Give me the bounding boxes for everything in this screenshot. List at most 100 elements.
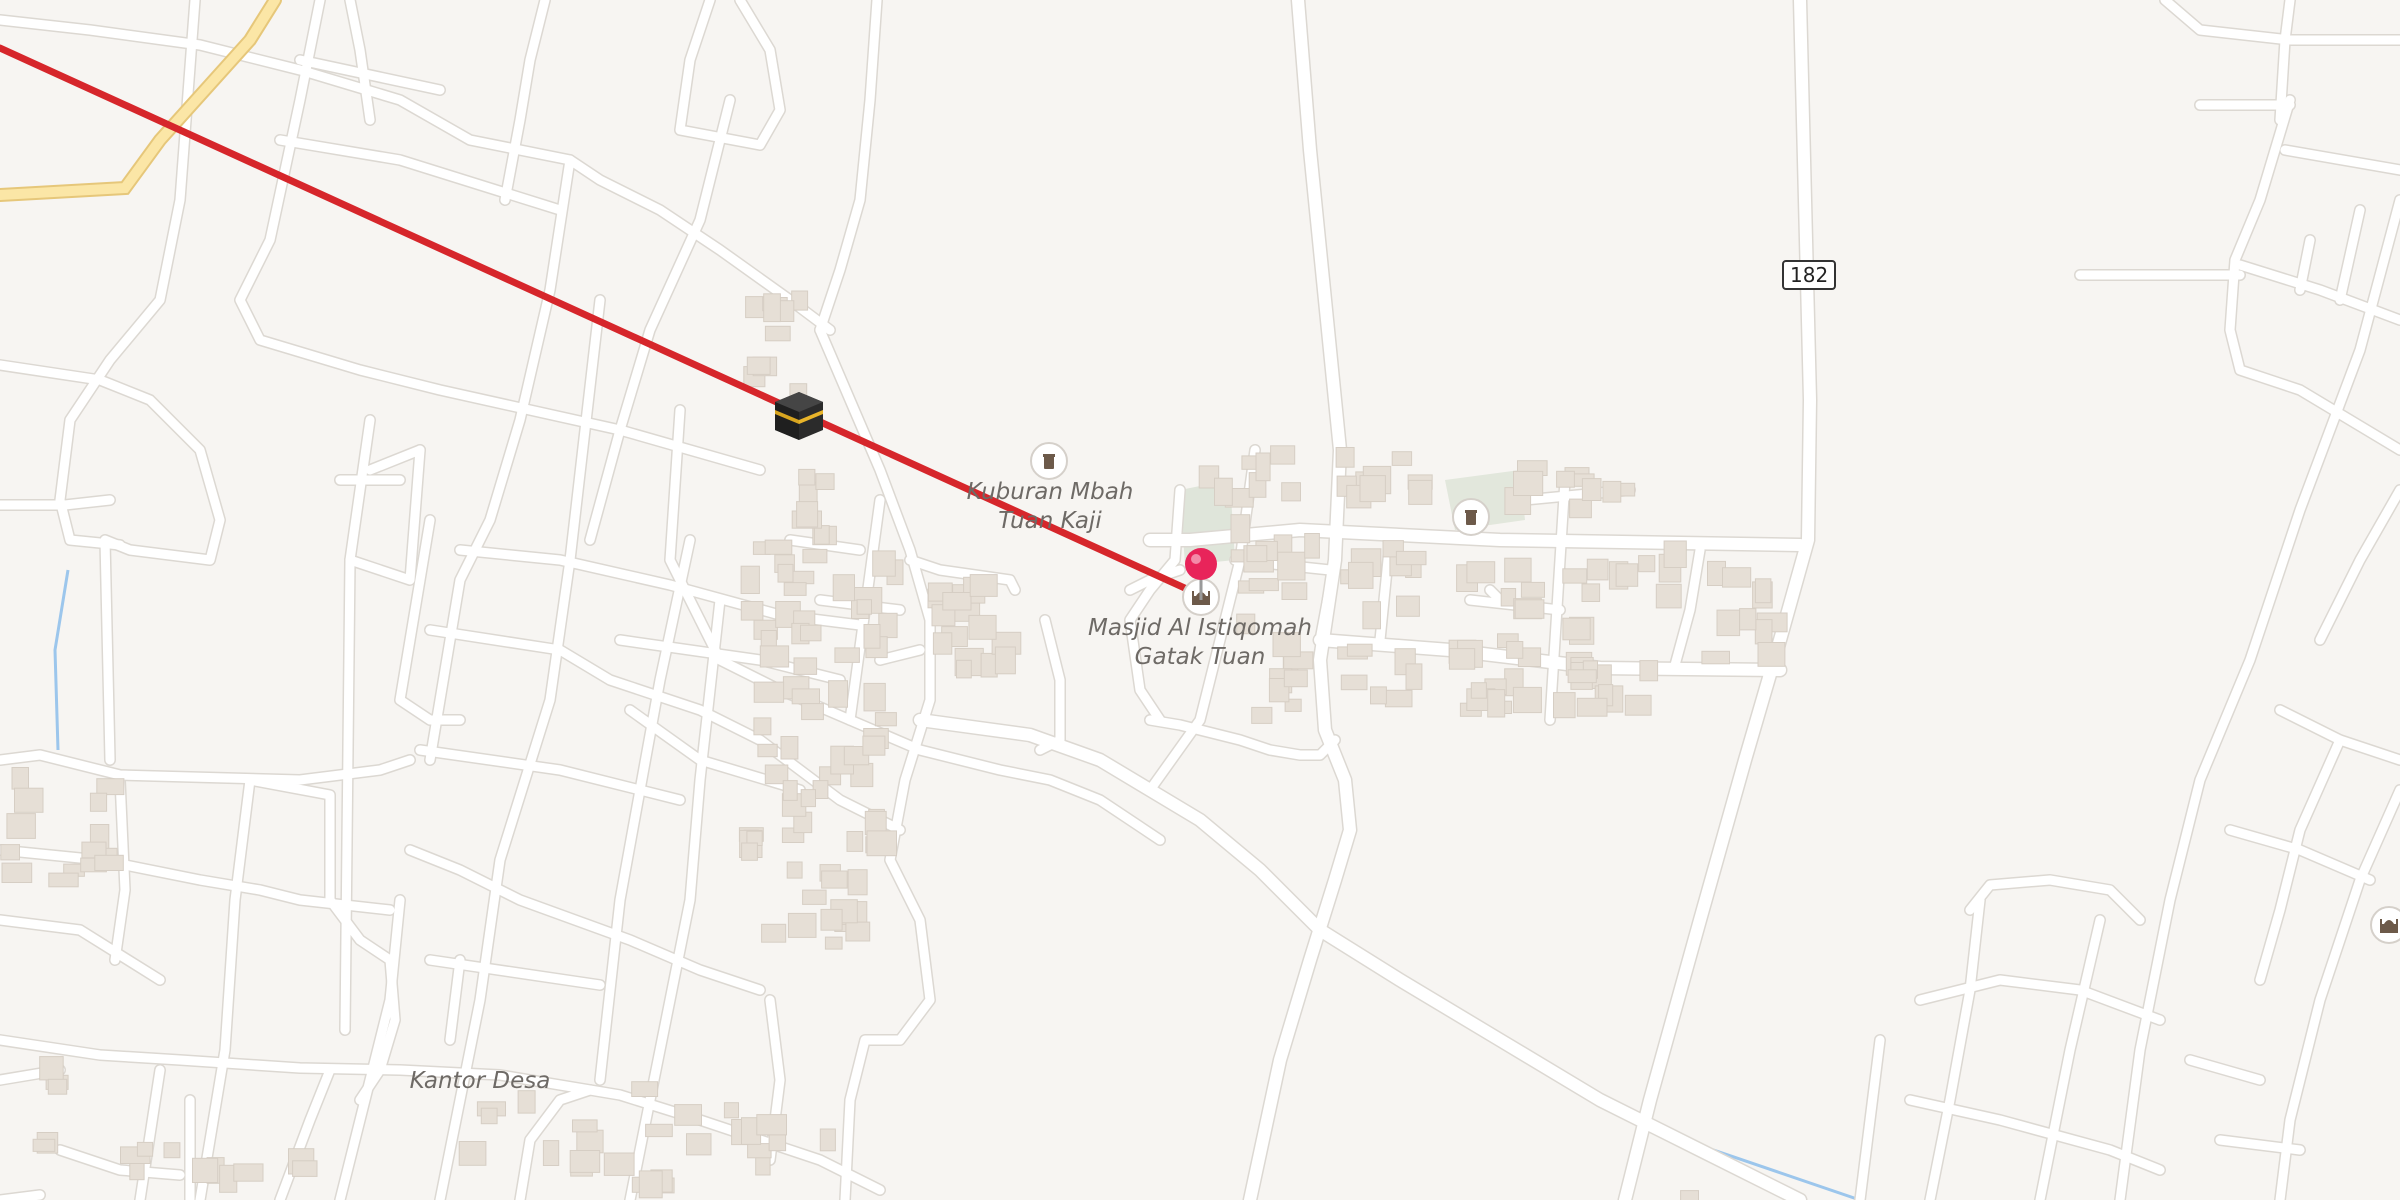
building	[819, 1128, 836, 1152]
cemetery-icon[interactable]	[1030, 442, 1068, 480]
building	[783, 582, 807, 596]
building	[1602, 480, 1622, 503]
building	[850, 762, 874, 788]
kaaba-icon	[771, 388, 827, 444]
road	[445, 955, 465, 1045]
building	[1405, 663, 1423, 690]
building	[753, 717, 772, 736]
building	[1384, 689, 1413, 708]
building	[741, 842, 758, 861]
building	[569, 1150, 601, 1173]
building	[1514, 599, 1545, 619]
building	[786, 861, 803, 879]
building	[1576, 697, 1608, 717]
building	[292, 1160, 318, 1177]
road	[2335, 205, 2365, 305]
building	[846, 831, 864, 852]
building	[863, 624, 881, 649]
building	[1553, 692, 1576, 719]
building	[1230, 514, 1251, 544]
building	[820, 908, 843, 931]
building	[856, 599, 872, 615]
building	[994, 646, 1016, 675]
building	[6, 813, 36, 839]
road-casing	[1617, 0, 1818, 1200]
building	[0, 844, 21, 861]
building	[747, 1143, 772, 1159]
road	[1244, 0, 1356, 1200]
building	[862, 735, 886, 756]
building	[798, 468, 816, 486]
building	[1255, 452, 1271, 482]
mosque-label-line2: Gatak Tuan	[1134, 644, 1266, 670]
building	[969, 574, 998, 597]
building	[1448, 648, 1476, 670]
building	[746, 356, 771, 375]
building	[800, 624, 822, 642]
building	[759, 645, 790, 668]
building	[1569, 498, 1592, 519]
cemetery-icon[interactable]	[1452, 498, 1490, 536]
building	[1270, 445, 1296, 465]
building	[1281, 582, 1308, 600]
building	[163, 1142, 181, 1159]
building	[1246, 545, 1268, 563]
building	[39, 1056, 64, 1081]
building	[1581, 583, 1601, 603]
building	[1214, 477, 1233, 506]
building	[1408, 479, 1433, 505]
building	[1663, 540, 1687, 568]
road	[500, 0, 550, 205]
building	[542, 1140, 560, 1166]
route-shield: 182	[1782, 260, 1837, 290]
road	[2315, 485, 2400, 645]
building	[832, 574, 856, 602]
mosque-icon[interactable]	[2370, 906, 2400, 944]
building	[790, 570, 815, 585]
building	[1586, 558, 1609, 581]
building	[740, 601, 764, 621]
mosque-label: Masjid Al Istiqomah Gatak Tuan	[1060, 614, 1340, 672]
building	[932, 632, 953, 655]
road	[595, 535, 695, 1085]
building	[764, 325, 791, 342]
building	[686, 1133, 712, 1156]
building	[458, 1141, 487, 1166]
road	[2115, 195, 2400, 1200]
building	[1335, 447, 1355, 468]
building	[1391, 451, 1413, 466]
building	[863, 682, 886, 712]
location-pin-icon[interactable]	[1182, 546, 1220, 602]
road	[365, 445, 425, 475]
building	[1615, 563, 1639, 587]
building	[866, 830, 897, 857]
building	[782, 780, 798, 801]
building	[631, 1081, 659, 1097]
building	[942, 592, 972, 611]
building	[1348, 561, 1374, 589]
building	[763, 293, 781, 323]
building	[723, 1102, 740, 1119]
building	[14, 787, 44, 813]
building	[847, 869, 868, 896]
cemetery-label-line2: Tuan Kaji	[998, 508, 1102, 534]
building	[764, 539, 793, 555]
building	[1655, 583, 1682, 609]
building	[1567, 669, 1597, 684]
building	[1340, 674, 1368, 691]
building	[1504, 557, 1532, 583]
building	[1680, 1190, 1699, 1200]
building	[845, 921, 871, 942]
building	[572, 1119, 598, 1133]
building	[1512, 686, 1542, 714]
building	[1283, 669, 1308, 688]
building	[1359, 475, 1386, 503]
building	[1562, 568, 1588, 584]
building	[1470, 682, 1487, 699]
building	[603, 1152, 635, 1176]
road	[0, 1190, 45, 1200]
building	[1370, 686, 1387, 705]
building	[32, 1138, 56, 1152]
building	[796, 501, 819, 528]
cemetery-label: Kuburan Mbah Tuan Kaji	[930, 478, 1170, 536]
